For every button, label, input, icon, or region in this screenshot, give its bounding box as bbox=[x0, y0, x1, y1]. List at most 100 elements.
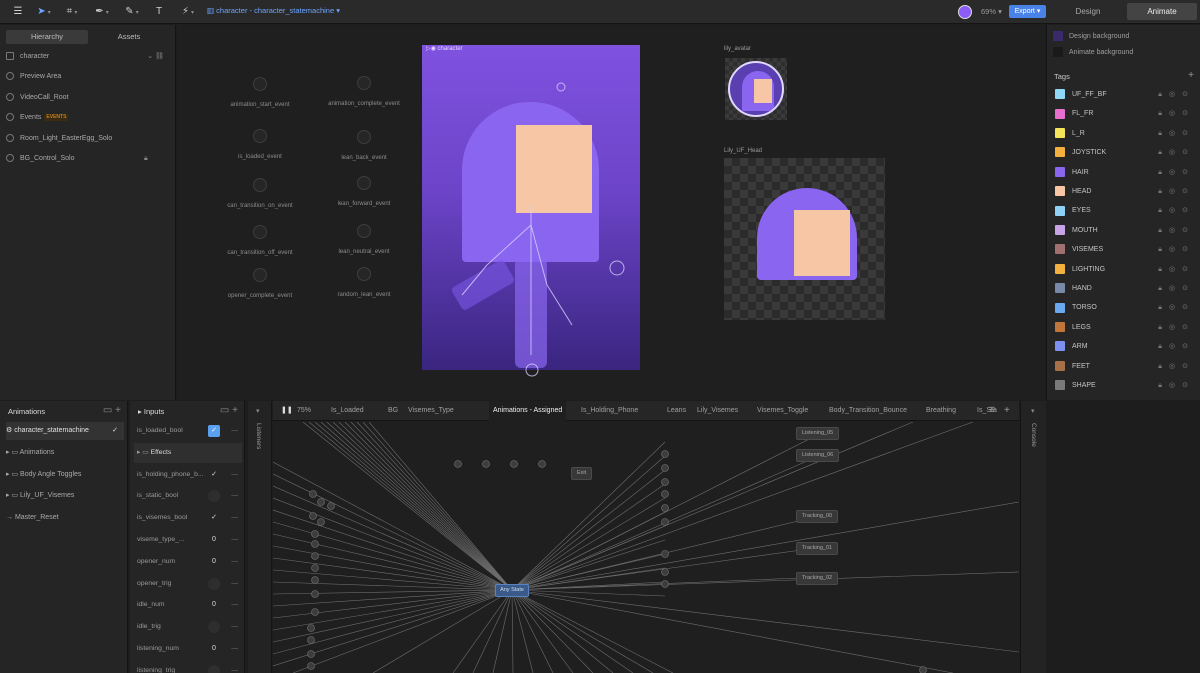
hierarchy-item-room-light[interactable]: Room_Light_EasterEgg_Solo bbox=[6, 131, 170, 147]
transition-line[interactable] bbox=[273, 589, 513, 619]
transition-line[interactable] bbox=[320, 422, 513, 591]
hierarchy-item-character[interactable]: character ⌄ ⛓ bbox=[6, 49, 170, 65]
layer-tab[interactable]: Leans bbox=[667, 401, 686, 421]
transition-line[interactable] bbox=[511, 422, 974, 591]
transition-condition-dot[interactable] bbox=[661, 450, 669, 458]
tag-actions-icon[interactable]: 🔒︎◎⊙ bbox=[1158, 340, 1195, 353]
tag-row[interactable]: FEET 🔒︎◎⊙ bbox=[1055, 360, 1195, 374]
tag-row[interactable]: ARM 🔒︎◎⊙ bbox=[1055, 340, 1195, 354]
transition-line[interactable] bbox=[511, 571, 1019, 591]
transition-line[interactable] bbox=[511, 589, 654, 673]
tag-actions-icon[interactable]: 🔒︎◎⊙ bbox=[1158, 224, 1195, 237]
exit-node[interactable]: Exit bbox=[571, 467, 593, 480]
transition-line[interactable] bbox=[356, 422, 513, 591]
transition-line[interactable] bbox=[511, 589, 1019, 653]
tag-actions-icon[interactable]: 🔒︎◎⊙ bbox=[1158, 185, 1195, 198]
tag-row[interactable]: UF_FF_BF 🔒︎◎⊙ bbox=[1055, 88, 1195, 102]
add-tag-icon[interactable]: + bbox=[1188, 70, 1194, 81]
tag-row[interactable]: FL_FR 🔒︎◎⊙ bbox=[1055, 107, 1195, 121]
transition-line[interactable] bbox=[273, 497, 513, 591]
menu-icon[interactable]: ☰ bbox=[10, 5, 26, 19]
transition-condition-dot[interactable] bbox=[538, 460, 546, 468]
zoom-level[interactable]: 69% ▾ bbox=[981, 7, 1002, 16]
input-row[interactable]: is_loaded_bool ✓ — bbox=[134, 421, 242, 441]
input-value[interactable]: ✓ bbox=[208, 469, 220, 481]
state-node[interactable]: Tracking_00 bbox=[796, 510, 839, 523]
graph-zoom[interactable]: 75% bbox=[297, 401, 311, 421]
transition-line[interactable] bbox=[492, 589, 513, 673]
input-value[interactable] bbox=[208, 577, 220, 590]
listeners-sidebar[interactable]: ▾ Listeners bbox=[248, 401, 272, 673]
tag-actions-icon[interactable]: 🔒︎◎⊙ bbox=[1158, 166, 1195, 179]
input-value[interactable] bbox=[208, 621, 220, 634]
transition-line[interactable] bbox=[511, 501, 1019, 591]
transition-line[interactable] bbox=[511, 589, 594, 673]
transition-line[interactable] bbox=[511, 589, 554, 673]
transition-line[interactable] bbox=[511, 589, 514, 673]
hierarchy-item-bg-control[interactable]: BG_Control_Solo 🔒︎ bbox=[6, 151, 170, 167]
tag-row[interactable]: HAIR 🔒︎◎⊙ bbox=[1055, 166, 1195, 180]
input-value[interactable]: ✓ bbox=[208, 512, 220, 524]
select-tool-icon[interactable]: ➤ ▾ bbox=[34, 5, 54, 19]
transition-condition-dot[interactable] bbox=[661, 550, 669, 558]
input-menu-icon[interactable]: — bbox=[231, 508, 238, 528]
state-machine-graph[interactable]: ❚❚ 75% Is_Loaded BG Visemes_Type Animations… bbox=[273, 401, 1019, 673]
input-value[interactable] bbox=[208, 664, 220, 673]
input-menu-icon[interactable]: — bbox=[231, 617, 238, 637]
animate-mode-tab[interactable]: Animate bbox=[1127, 3, 1197, 20]
avatar-artboard[interactable] bbox=[725, 58, 787, 120]
transition-line[interactable] bbox=[314, 422, 513, 591]
transition-condition-dot[interactable] bbox=[661, 490, 669, 498]
layer-tab[interactable]: BG bbox=[388, 401, 398, 421]
transition-line[interactable] bbox=[511, 589, 614, 673]
transition-condition-dot[interactable] bbox=[307, 636, 315, 644]
transition-condition-dot[interactable] bbox=[309, 512, 317, 520]
transition-condition-dot[interactable] bbox=[454, 460, 462, 468]
animation-folder-animations[interactable]: ▸ ▭ Animations bbox=[6, 444, 124, 462]
layer-tab[interactable]: Body_Transition_Bounce bbox=[829, 401, 907, 421]
layer-tab[interactable]: Animations - Assigned bbox=[489, 401, 567, 421]
transition-line[interactable] bbox=[273, 589, 513, 595]
tag-row[interactable]: TORSO 🔒︎◎⊙ bbox=[1055, 301, 1195, 315]
transition-condition-dot[interactable] bbox=[311, 530, 319, 538]
tag-row[interactable]: LEGS 🔒︎◎⊙ bbox=[1055, 321, 1195, 335]
transition-condition-dot[interactable] bbox=[327, 502, 335, 510]
lock-icon[interactable]: 🔒︎ bbox=[144, 151, 148, 167]
transition-line[interactable] bbox=[511, 497, 666, 591]
transition-condition-dot[interactable] bbox=[307, 662, 315, 670]
hierarchy-item-preview-area[interactable]: Preview Area bbox=[6, 69, 170, 85]
transition-line[interactable] bbox=[511, 483, 666, 591]
file-breadcrumb[interactable]: ▥ character - character_statemachine ▾ bbox=[207, 6, 340, 15]
tag-actions-icon[interactable]: 🔒︎◎⊙ bbox=[1158, 263, 1195, 276]
transition-line[interactable] bbox=[344, 422, 513, 591]
input-row[interactable]: listening_trig — bbox=[134, 661, 242, 673]
tag-row[interactable]: JOYSTICK 🔒︎◎⊙ bbox=[1055, 146, 1195, 160]
transition-condition-dot[interactable] bbox=[307, 624, 315, 632]
tag-row[interactable]: EYES 🔒︎◎⊙ bbox=[1055, 204, 1195, 218]
transition-condition-dot[interactable] bbox=[661, 568, 669, 576]
transition-condition-dot[interactable] bbox=[311, 608, 319, 616]
input-row[interactable]: opener_trig — bbox=[134, 574, 242, 594]
transition-line[interactable] bbox=[338, 422, 513, 591]
transition-condition-dot[interactable] bbox=[661, 504, 669, 512]
head-artboard[interactable] bbox=[724, 158, 885, 320]
layer-tab[interactable]: Visemes_Type bbox=[408, 401, 454, 421]
transition-line[interactable] bbox=[511, 589, 574, 673]
transition-condition-dot[interactable] bbox=[661, 518, 669, 526]
bone-tool-icon[interactable]: ✎ ▾ bbox=[122, 5, 142, 19]
state-node[interactable]: Listening_06 bbox=[796, 449, 840, 462]
transition-line[interactable] bbox=[511, 422, 914, 591]
tag-row[interactable]: MOUTH 🔒︎◎⊙ bbox=[1055, 224, 1195, 238]
frame-tool-icon[interactable]: ⌗ ▾ bbox=[62, 5, 82, 19]
layer-tab[interactable]: Lily_Visemes bbox=[697, 401, 738, 421]
pen-tool-icon[interactable]: ✒ ▾ bbox=[92, 5, 112, 19]
input-menu-icon[interactable]: — bbox=[231, 465, 238, 485]
text-tool-icon[interactable]: T bbox=[152, 5, 166, 19]
input-row[interactable]: idle_trig — bbox=[134, 617, 242, 637]
transition-line[interactable] bbox=[452, 589, 513, 673]
tab-hierarchy[interactable]: Hierarchy bbox=[6, 30, 88, 44]
input-value[interactable]: ✓ bbox=[208, 425, 220, 437]
transition-line[interactable] bbox=[511, 441, 666, 591]
tag-row[interactable]: SHAPE 🔒︎◎⊙ bbox=[1055, 379, 1195, 393]
any-state-node[interactable]: Any State bbox=[495, 584, 529, 597]
